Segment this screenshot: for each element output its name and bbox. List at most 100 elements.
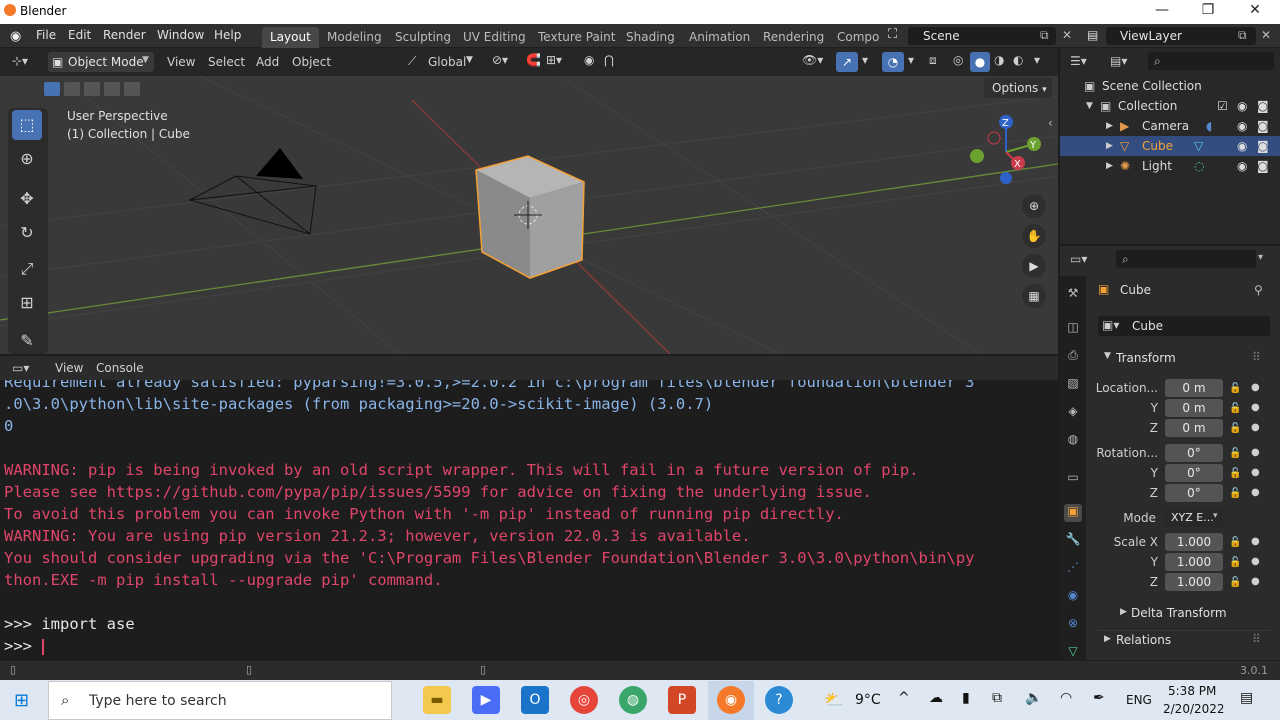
pivot-icon[interactable]: ⊘▾ [492,53,508,67]
location-z-field[interactable]: 0 m [1165,419,1223,437]
minimize-button[interactable]: — [1139,2,1185,18]
weather-icon[interactable]: ⛅ [824,690,844,709]
expand-arrow-icon[interactable]: ▶ [1104,634,1111,644]
outliner-collection[interactable]: ▼ ▣ Collection ☑ ◉ ◙ [1060,96,1280,116]
select-invert-icon[interactable] [104,82,120,96]
outliner-item-light[interactable]: ▶ ✺ Light ◌ ◉ ◙ [1060,156,1280,176]
orientation-icon[interactable]: ⟋ [408,54,416,69]
camera-render-icon[interactable]: ◙ [1257,156,1269,176]
camera-object[interactable] [188,148,317,235]
editor-type-icon[interactable]: ⊹▾ [12,54,28,68]
eye-icon[interactable]: ◉ [1237,116,1247,136]
drag-handle-icon[interactable]: ⠿ [1252,632,1261,646]
tab-shading[interactable]: Shading [626,30,675,44]
file-explorer-icon[interactable]: ▬ [423,686,451,714]
blender-taskbar-icon[interactable]: ◉ [717,686,745,714]
pen-icon[interactable]: ✒ [1093,690,1105,706]
editor-type-icon[interactable]: ☰▾ [1070,54,1087,68]
expand-arrow-icon[interactable]: ▶ [1106,136,1113,156]
relations-panel[interactable]: Relations [1116,633,1171,647]
scene-tab-icon[interactable]: ◈ [1064,404,1082,422]
3d-viewport[interactable]: ⬚ ⊕ ✥ ↻ ⤢ ⊞ ✎ User Perspective (1) Colle… [0,76,1058,354]
select-new-icon[interactable] [44,82,60,96]
snap-target-icon[interactable]: ⊞▾ [546,53,562,67]
world-tab-icon[interactable]: ◍ [1064,432,1082,450]
onedrive-icon[interactable]: ☁ [929,690,943,706]
camera-tray-icon[interactable]: ⧉ [992,690,1002,706]
blender-menu-icon[interactable]: ◉ [10,29,21,44]
delta-transform-panel[interactable]: Delta Transform [1131,606,1227,620]
chrome-icon[interactable]: ◎ [570,686,598,714]
lock-icon[interactable]: 🔓 [1229,448,1241,459]
editor-type-icon[interactable]: ▭▾ [1070,252,1087,266]
transform-panel-header[interactable]: Transform [1116,351,1176,365]
tool-tab-icon[interactable]: ⚒ [1064,286,1082,304]
chevron-down-icon[interactable]: ▾ [908,53,914,67]
select-intersect-icon[interactable] [124,82,140,96]
camera-render-icon[interactable]: ◙ [1257,116,1269,136]
rotation-z-field[interactable]: 0° [1165,484,1223,502]
lock-icon[interactable]: 🔓 [1229,488,1241,499]
tab-uv-editing[interactable]: UV Editing [463,30,526,44]
keyframe-dot-icon[interactable]: ● [1251,487,1260,498]
tab-sculpting[interactable]: Sculpting [395,30,451,44]
view-layer-icon[interactable]: ▤ [1087,28,1098,42]
output-tab-icon[interactable]: ⎙ [1064,348,1082,366]
taskbar-search-box[interactable]: ⌕ Type here to search [48,681,392,720]
clock-time[interactable]: 5:38 PM [1168,684,1216,698]
lock-icon[interactable]: 🔓 [1229,383,1241,394]
view-layer-tab-icon[interactable]: ▨ [1064,376,1082,394]
location-y-field[interactable]: 0 m [1165,399,1223,417]
options-dropdown[interactable]: Options ▾ [984,78,1052,98]
menu-render[interactable]: Render [103,28,146,42]
restore-button[interactable]: ❐ [1185,2,1231,18]
pin-icon[interactable]: ⚲ [1254,283,1263,297]
lock-icon[interactable]: 🔓 [1229,468,1241,479]
falloff-icon[interactable]: ⋂ [604,53,614,67]
orientation-dropdown[interactable]: Global [428,55,466,69]
lock-icon[interactable]: 🔓 [1229,577,1241,588]
eye-icon[interactable]: ◉ [1237,136,1247,156]
outliner-scene-collection[interactable]: ▣ Scene Collection [1060,76,1280,96]
menu-help[interactable]: Help [214,28,241,42]
gizmo-toggle-icon[interactable]: ↗ [836,52,858,72]
expand-arrow-icon[interactable]: ▶ [1120,607,1127,617]
clock-date[interactable]: 2/20/2022 [1163,702,1225,716]
outliner-item-camera[interactable]: ▶ ▶ Camera ◖ ◉ ◙ [1060,116,1280,136]
keyframe-dot-icon[interactable]: ● [1251,576,1260,587]
scale-tool-icon[interactable]: ⤢ [12,254,42,284]
cursor-tool-icon[interactable]: ⊕ [12,144,42,174]
zoom-icon[interactable]: ⊕ [1022,194,1046,218]
select-box-tool-icon[interactable]: ⬚ [12,110,42,140]
chevron-down-icon[interactable]: ▾ [1258,252,1263,263]
checkbox-icon[interactable]: ☑ [1217,96,1228,116]
location-x-field[interactable]: 0 m [1165,379,1223,397]
light-data-icon[interactable]: ◌ [1194,156,1204,176]
globe-app-icon[interactable]: ◍ [619,686,647,714]
select-extend-icon[interactable] [64,82,80,96]
view-layer-field[interactable]: ViewLayer [1106,27,1256,45]
zoom-app-icon[interactable]: ▶ [472,686,500,714]
lock-icon[interactable]: 🔓 [1229,557,1241,568]
lock-icon[interactable]: 🔓 [1229,537,1241,548]
display-mode-icon[interactable]: ▤▾ [1110,54,1127,68]
tab-modeling[interactable]: Modeling [327,30,382,44]
show-hidden-icons-icon[interactable]: ^ [898,690,910,706]
mode-dropdown[interactable]: ▣ Object Mode ▼ [48,52,154,72]
tab-compositing[interactable]: Compo [837,30,879,44]
camera-data-icon[interactable]: ◖ [1206,116,1212,136]
ortho-toggle-icon[interactable]: ▦ [1022,284,1046,308]
visibility-icon[interactable]: 👁▾ [802,53,823,67]
close-button[interactable]: ✕ [1232,2,1278,18]
select-subtract-icon[interactable] [84,82,100,96]
keyframe-dot-icon[interactable]: ● [1251,422,1260,433]
keyframe-dot-icon[interactable]: ● [1251,447,1260,458]
navigation-gizmo[interactable]: Z Y X [964,110,1050,190]
wireframe-shading-icon[interactable]: ◎ [953,53,963,67]
menu-edit[interactable]: Edit [68,28,91,42]
constraints-tab-icon[interactable]: ⊗ [1064,616,1082,634]
console-prompt[interactable]: >>> [4,635,41,657]
wifi-icon[interactable]: ◠ [1060,690,1072,706]
keyframe-dot-icon[interactable]: ● [1251,382,1260,393]
tab-animation[interactable]: Animation [689,30,750,44]
